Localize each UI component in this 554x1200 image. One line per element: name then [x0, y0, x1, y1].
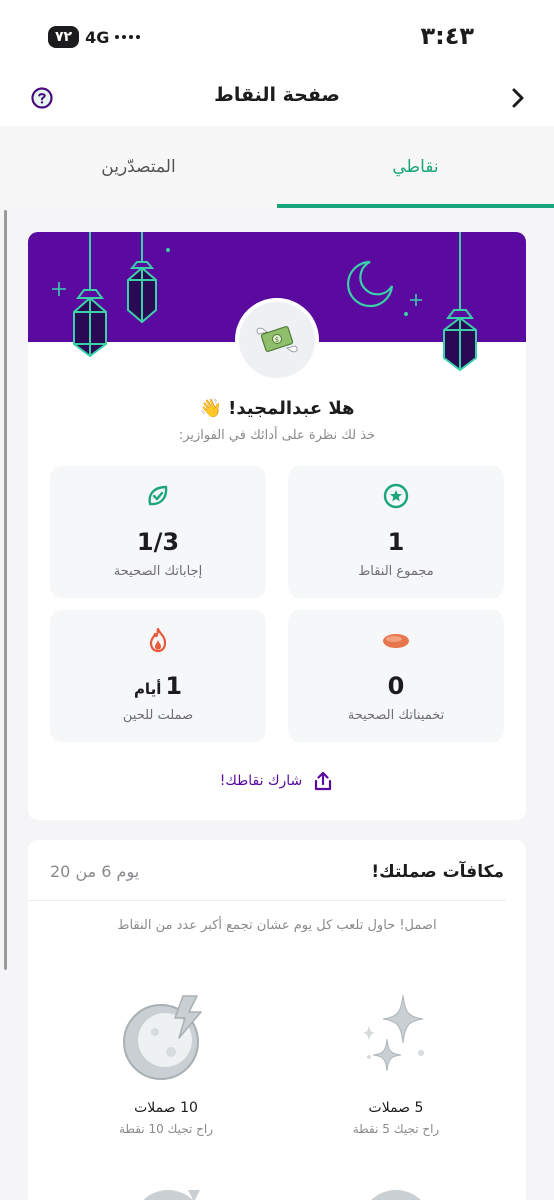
stat-correct-answers: 1/3 إجاباتك الصحيحة — [50, 466, 266, 598]
status-time: ٣:٤٣ — [420, 22, 474, 50]
points-summary-card: $ هلا عبدالمجيد! 👋 خذ لك نظرة على أدائك … — [28, 232, 526, 820]
star-badge-icon — [383, 483, 409, 509]
reward-title: 10 صملات — [134, 1100, 198, 1116]
stat-streak: 1أيام صملت للحين — [50, 610, 266, 742]
reward-subtitle: راح تجيك 10 نقطة — [118, 1122, 214, 1136]
greeting-text: هلا عبدالمجيد! 👋 — [199, 398, 355, 419]
greeting-subtitle: خذ لك نظرة على أدائك في الفوازير: — [178, 428, 376, 443]
reward-item-5: 5 صملات راح تجيك 5 نقطة — [296, 988, 496, 1136]
stat-correct-guesses: 0 تخميناتك الصحيحة — [288, 610, 504, 742]
stat-label: إجاباتك الصحيحة — [113, 564, 203, 579]
share-label: شارك نقاطك! — [219, 773, 303, 789]
active-tab-indicator — [277, 204, 554, 208]
day-progress: يوم 6 من 20 — [50, 862, 140, 881]
rewards-title: مكافآت صملتك! — [371, 862, 504, 882]
reward-item-10: 10 صملات راح تجيك 10 نقطة — [66, 988, 266, 1136]
signal-icon — [115, 35, 141, 39]
streak-rewards-card: مكافآت صملتك! يوم 6 من 20 اصمل! حاول تلع… — [28, 840, 526, 1200]
stat-total-points: 1 مجموع النقاط — [288, 466, 504, 598]
question-icon — [31, 87, 53, 109]
streak-count: 1 — [165, 672, 183, 700]
stat-label: مجموع النقاط — [358, 564, 434, 579]
flame-icon — [149, 627, 167, 653]
network-type: 4G — [85, 27, 110, 47]
share-button[interactable]: شارك نقاطك! — [28, 770, 526, 792]
stat-label: تخميناتك الصحيحة — [347, 708, 445, 723]
stat-value: 0 — [387, 672, 405, 700]
stat-value: 1/3 — [136, 528, 180, 556]
stat-label: صملت للحين — [122, 708, 194, 723]
status-bar: ٣:٤٣ ٧٢ 4G — [0, 0, 554, 70]
moon-bolt-icon — [123, 995, 202, 1080]
tab-leaderboard[interactable]: المتصدّرين — [0, 126, 277, 208]
rewards-hint: اصمل! حاول تلعب كل يوم عشان تجمع أكبر عد… — [117, 918, 437, 933]
reward-title: 5 صملات — [368, 1100, 424, 1116]
sparkles-icon — [363, 994, 424, 1072]
stat-value: 1أيام — [50, 672, 266, 700]
status-indicators: ٧٢ 4G — [48, 26, 141, 48]
tab-bar: نقاطي المتصدّرين — [0, 126, 554, 208]
streak-unit: أيام — [133, 680, 162, 698]
date-icon — [383, 634, 409, 648]
svg-text:$: $ — [275, 336, 279, 344]
page-title: صفحة النقاط — [214, 84, 340, 106]
next-reward-art — [371, 1190, 421, 1200]
help-button[interactable] — [30, 86, 54, 110]
stat-value: 1 — [387, 528, 405, 556]
scrollbar[interactable] — [4, 210, 7, 970]
flying-money-icon: $ — [256, 326, 298, 353]
avatar: $ — [235, 298, 319, 382]
share-icon — [315, 771, 332, 791]
reward-subtitle: راح تجيك 5 نقطة — [352, 1122, 440, 1136]
app-header: صفحة النقاط — [0, 70, 554, 126]
next-reward-art — [143, 1190, 200, 1200]
divider — [28, 900, 506, 901]
battery-indicator: ٧٢ — [48, 26, 80, 48]
leaf-check-icon — [148, 485, 168, 506]
tab-my-points[interactable]: نقاطي — [277, 126, 554, 208]
